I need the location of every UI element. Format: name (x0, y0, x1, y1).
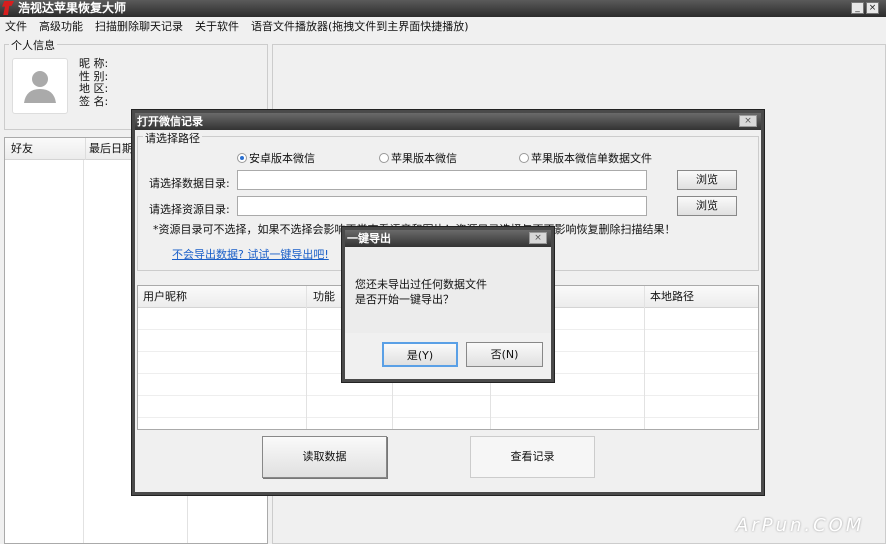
app-title: 浩视达苹果恢复大师 (18, 1, 127, 15)
signature-label: 签 名: (79, 94, 109, 108)
menu-about[interactable]: 关于软件 (195, 17, 239, 37)
menu-file[interactable]: 文件 (5, 17, 27, 37)
region-label: 地 区: (79, 82, 109, 95)
confirm-title: 一键导出 (347, 232, 391, 245)
browse-data-button[interactable]: 浏览 (677, 170, 737, 190)
col-last-date[interactable]: 最后日期 (85, 138, 133, 160)
confirm-message: 您还未导出过任何数据文件 是否开始一键导出？ (355, 278, 487, 306)
avatar (12, 58, 68, 114)
data-dir-input[interactable] (237, 170, 647, 190)
browse-res-button[interactable]: 浏览 (677, 196, 737, 216)
user-silhouette-icon (24, 71, 56, 103)
col-local-path[interactable]: 本地路径 (645, 286, 694, 308)
menu-scan-deleted[interactable]: 扫描删除聊天记录 (95, 17, 183, 37)
profile-group-label: 个人信息 (9, 37, 57, 53)
menu-bar: 文件 高级功能 扫描删除聊天记录 关于软件 语音文件播放器(拖拽文件到主界面快捷… (0, 17, 886, 37)
confirm-close-button[interactable]: × (529, 232, 547, 244)
radio-iphone-single-file[interactable]: 苹果版本微信单数据文件 (519, 150, 652, 166)
path-group-label: 请选择路径 (143, 130, 202, 146)
dialog-titlebar: 打开微信记录 (135, 113, 761, 130)
view-records-button[interactable]: 查看记录 (470, 436, 595, 478)
radio-iphone[interactable]: 苹果版本微信 (379, 150, 457, 166)
app-titlebar: 浩视达苹果恢复大师 (0, 0, 886, 17)
close-button[interactable]: × (866, 2, 879, 14)
profile-fields: 昵 称: 性 别: 地 区: 签 名: (79, 57, 109, 108)
col-nickname[interactable]: 用户昵称 (143, 286, 187, 308)
dialog-close-button[interactable]: × (739, 115, 757, 127)
dialog-title: 打开微信记录 (137, 115, 203, 128)
watermark: ArPun.COM (736, 515, 865, 536)
res-dir-label: 请选择资源目录: (149, 203, 230, 216)
minimize-button[interactable]: _ (851, 2, 864, 14)
data-dir-label: 请选择数据目录: (149, 177, 230, 190)
confirm-titlebar: 一键导出 (345, 230, 551, 247)
yes-button[interactable]: 是(Y) (382, 342, 458, 367)
radio-android[interactable]: 安卓版本微信 (237, 150, 315, 166)
nickname-label: 昵 称: (79, 57, 109, 70)
res-dir-input[interactable] (237, 196, 647, 216)
col-friend[interactable]: 好友 (11, 138, 33, 160)
menu-advanced[interactable]: 高级功能 (39, 17, 83, 37)
menu-voice-player[interactable]: 语音文件播放器(拖拽文件到主界面快捷播放) (251, 17, 469, 37)
col-function[interactable]: 功能 (308, 286, 335, 308)
read-data-button[interactable]: 读取数据 (262, 436, 387, 478)
no-button[interactable]: 否(N) (466, 342, 543, 367)
one-click-export-link[interactable]: 不会导出数据? 试试一键导出吧! (172, 246, 329, 262)
one-click-export-dialog: 一键导出 × 您还未导出过任何数据文件 是否开始一键导出？ 是(Y) 否(N) (342, 227, 554, 382)
